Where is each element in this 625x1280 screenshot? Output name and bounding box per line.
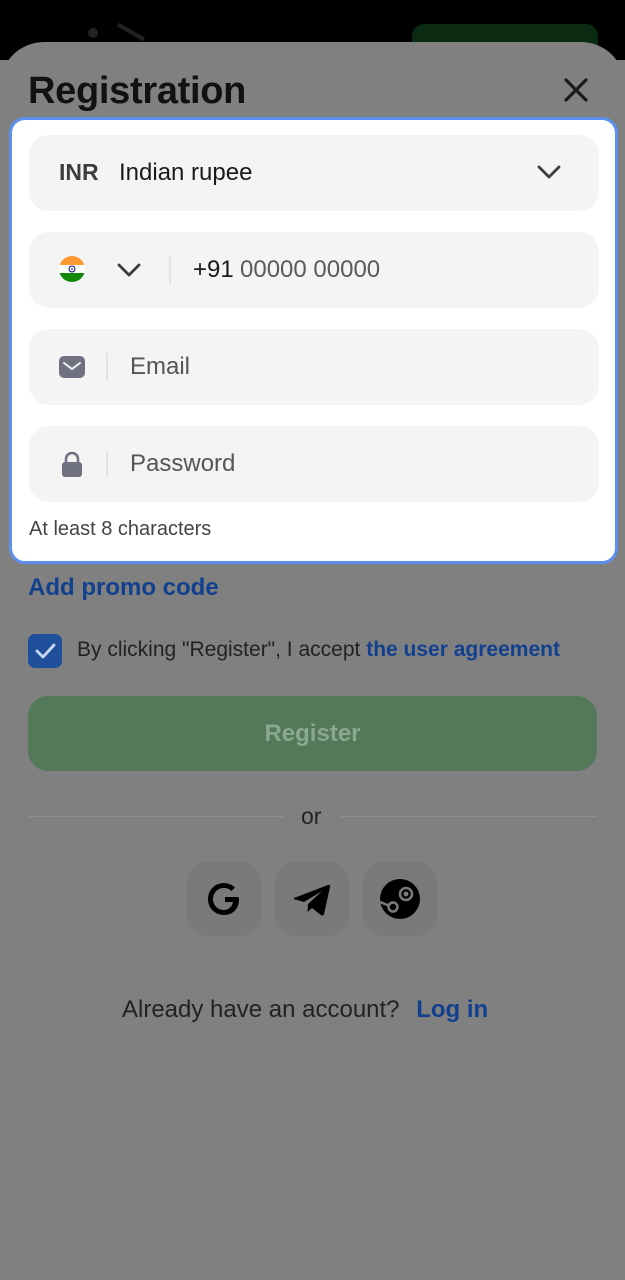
- phone-input[interactable]: 00000 00000: [240, 256, 380, 284]
- or-divider-left: [28, 816, 284, 817]
- login-link[interactable]: Log in: [416, 996, 488, 1023]
- telegram-icon: [293, 884, 331, 916]
- email-divider: [106, 353, 108, 381]
- login-prompt-text: Already have an account?: [122, 996, 400, 1023]
- form-card: INR Indian rupee +91 00000 00000 Email P…: [9, 117, 618, 564]
- agreement-label: By clicking "Register", I accept: [77, 638, 361, 661]
- close-button[interactable]: [556, 72, 596, 108]
- phone-field: +91 00000 00000: [29, 232, 599, 308]
- agreement-text: By clicking "Register", I accept the use…: [77, 638, 560, 662]
- telegram-login-button[interactable]: [275, 862, 349, 936]
- checkmark-icon: [35, 643, 56, 659]
- password-hint: At least 8 characters: [29, 518, 212, 540]
- add-promo-code-link[interactable]: Add promo code: [28, 574, 219, 602]
- currency-code: INR: [59, 159, 99, 185]
- login-prompt: Already have an account? Log in: [122, 996, 488, 1024]
- phone-prefix: +91: [193, 256, 234, 283]
- chevron-down-icon: [537, 165, 561, 179]
- agreement-checkbox[interactable]: [28, 634, 62, 668]
- status-mark: [117, 22, 145, 42]
- currency-select[interactable]: INR Indian rupee: [29, 135, 599, 211]
- email-input[interactable]: Email: [130, 353, 190, 381]
- lock-icon: [62, 451, 82, 477]
- password-divider: [106, 450, 108, 478]
- password-input[interactable]: Password: [130, 450, 235, 478]
- phone-divider: [169, 256, 171, 284]
- status-dot: [88, 28, 98, 38]
- google-icon: [208, 883, 239, 915]
- password-field[interactable]: Password: [29, 426, 599, 502]
- user-agreement-link[interactable]: the user agreement: [366, 638, 560, 661]
- register-button[interactable]: Register: [28, 696, 597, 771]
- currency-name: Indian rupee: [119, 159, 253, 186]
- or-label: or: [301, 803, 322, 829]
- country-chevron-icon[interactable]: [115, 260, 143, 280]
- google-login-button[interactable]: [187, 862, 261, 936]
- close-icon: [564, 78, 588, 102]
- email-field[interactable]: Email: [29, 329, 599, 405]
- country-flag-icon[interactable]: [59, 256, 85, 282]
- page-title: Registration: [28, 70, 247, 112]
- or-divider-right: [340, 816, 597, 817]
- steam-login-button[interactable]: [363, 862, 437, 936]
- steam-icon: [379, 879, 420, 919]
- mail-icon: [59, 356, 85, 378]
